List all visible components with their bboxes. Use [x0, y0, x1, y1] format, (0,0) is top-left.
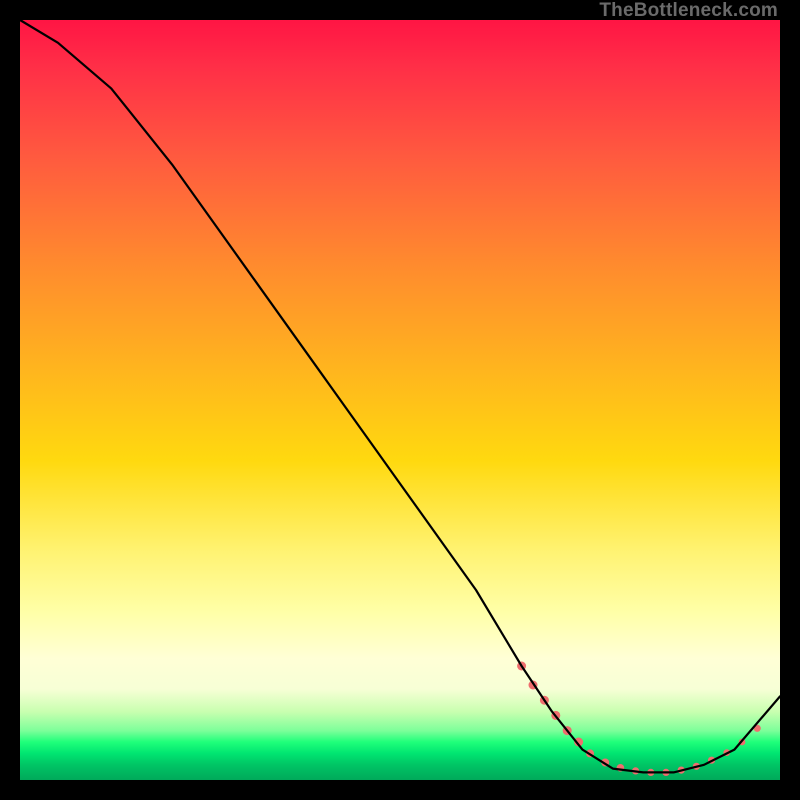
markers-group	[517, 662, 761, 777]
chart-svg	[20, 20, 780, 780]
plot-area	[20, 20, 780, 780]
chart-frame: TheBottleneck.com	[0, 0, 800, 800]
curve-line	[20, 20, 780, 772]
credit-label: TheBottleneck.com	[599, 0, 778, 22]
